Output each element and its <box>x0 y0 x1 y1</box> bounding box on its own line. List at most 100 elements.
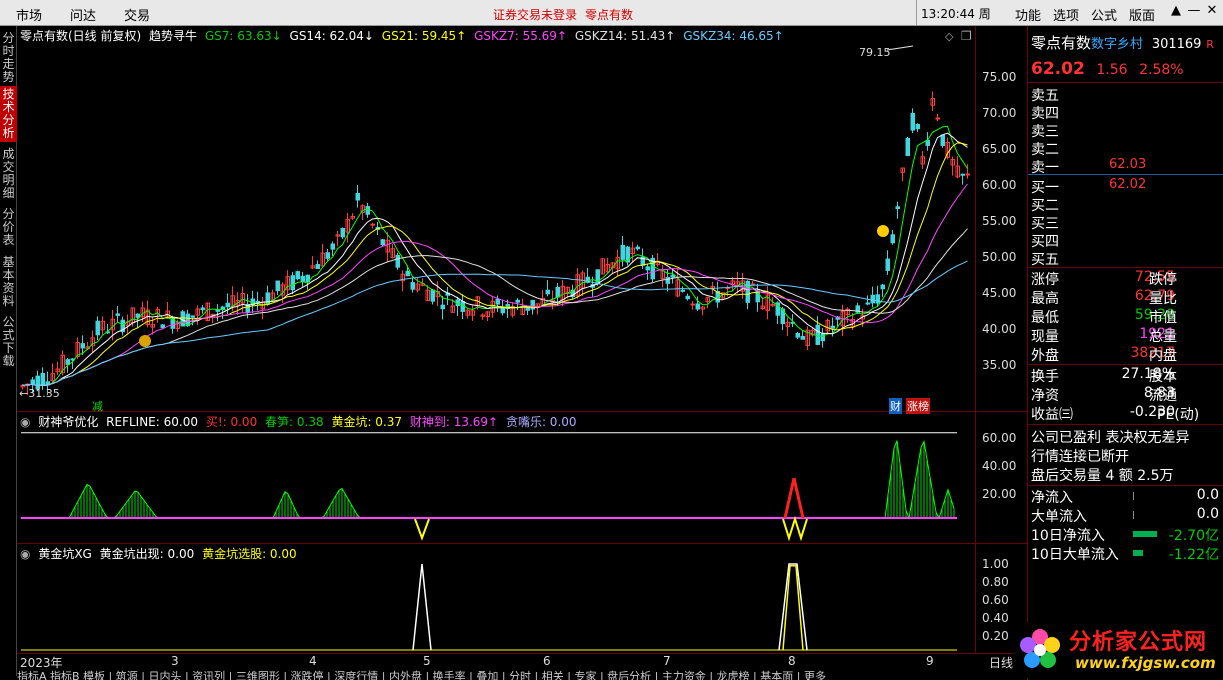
bid-label: 买二 <box>1031 198 1059 214</box>
close-icon[interactable]: ✕ <box>1204 3 1220 18</box>
indicator-panel-caishenye[interactable]: ◉ 财神爷优化 REFLINE: 60.00 买!: 0.00 春笋: 0.38… <box>17 412 1027 544</box>
flow-label: 10日大单流入 <box>1031 547 1119 563</box>
indicator-panel-huangjinkeng[interactable]: ◉ 黄金坑XG 黄金坑出现: 0.00 黄金坑选股: 0.00 1.00 0.8… <box>17 544 1027 654</box>
r-flag: R <box>1206 38 1214 51</box>
candle-body <box>680 289 685 292</box>
candle-body <box>225 302 230 308</box>
restore-icon[interactable]: ❐ <box>961 29 972 43</box>
menu-layout[interactable]: 版面 <box>1129 5 1155 24</box>
minimize-icon[interactable]: — <box>1186 3 1202 18</box>
price-row: 62.02 1.56 2.58% <box>1031 59 1221 79</box>
candle-body <box>115 313 120 316</box>
indicator-name[interactable]: 趋势寻牛 <box>149 29 197 43</box>
candlestick-chart[interactable] <box>17 26 975 412</box>
ask-row[interactable]: 卖二 <box>1031 139 1221 158</box>
logo-text: 分析家公式网 <box>1069 630 1208 655</box>
sub2-name[interactable]: 黄金坑XG <box>38 547 92 561</box>
tab-intraday[interactable]: 分时走势 <box>0 30 17 84</box>
ask-row[interactable]: 卖三 <box>1031 121 1221 140</box>
gold-pit-spike <box>414 518 430 541</box>
sub1-toggle-icon[interactable]: ◉ <box>20 415 30 429</box>
candle-body <box>620 244 625 260</box>
stat-label: 市值 <box>1149 310 1177 326</box>
candle-body <box>495 298 500 305</box>
candle-body <box>65 359 70 365</box>
candle-body <box>555 286 560 298</box>
flow-bar <box>1133 550 1143 556</box>
login-warning[interactable]: 证券交易未登录 <box>493 6 577 23</box>
stat-label: 总量 <box>1149 329 1177 345</box>
menu-formula[interactable]: 公式 <box>1091 5 1117 24</box>
flower-logo-icon <box>1020 629 1060 668</box>
sub2-toggle-icon[interactable]: ◉ <box>20 547 30 561</box>
flow-label: 大单流入 <box>1031 509 1087 525</box>
bid-price: 62.02 <box>1109 177 1147 192</box>
main-kline-panel[interactable]: 零点有数(日线 前复权) 趋势寻牛 GS7: 63.63↓ GS14: 62.0… <box>17 26 1027 414</box>
candle-body <box>870 294 875 304</box>
window-up-icon[interactable]: ▲ <box>1168 3 1184 18</box>
ask-row[interactable]: 卖四 <box>1031 103 1221 122</box>
sub1-tick: 60.00 <box>982 431 1017 445</box>
tab-price-table[interactable]: 分价表 <box>0 206 17 250</box>
sub1-caishendao: 财神到: 13.69↑ <box>409 415 499 429</box>
date-label: 8 <box>788 654 796 668</box>
date-label: 5 <box>423 654 431 668</box>
ask-label: 卖二 <box>1031 142 1059 158</box>
top-menu-bar: 市场 问达 交易 证券交易未登录 零点有数 13:20:44 周一 功能 选项 … <box>0 0 1223 38</box>
candle-body <box>365 206 370 215</box>
bid-row[interactable]: 买五 <box>1031 249 1221 268</box>
sub1-huangjinkeng: 黄金坑: 0.37 <box>331 415 403 429</box>
candle-body <box>370 223 375 226</box>
caishen-line <box>21 439 955 520</box>
menu-function[interactable]: 功能 <box>1015 5 1041 24</box>
candle-body <box>160 324 165 329</box>
bid-label: 买五 <box>1031 252 1059 268</box>
tab-technical-analysis[interactable]: 技术分析 <box>0 86 17 142</box>
candle-body <box>815 324 820 345</box>
date-label: 4 <box>309 654 317 668</box>
stat-label: 内盘 <box>1149 348 1177 364</box>
menu-market[interactable]: 市场 <box>16 5 42 24</box>
flow-label: 净流入 <box>1031 490 1073 506</box>
signal-appear-spike <box>778 563 808 651</box>
tab-trade-details[interactable]: 成交明细 <box>0 146 17 202</box>
tab-formula-download[interactable]: 公式下载 <box>0 314 17 370</box>
menu-options[interactable]: 选项 <box>1053 5 1079 24</box>
candle-body <box>325 252 330 259</box>
signal-pick-spike <box>782 564 804 651</box>
ask-row[interactable]: 卖五 <box>1031 85 1221 104</box>
candle-body <box>380 239 385 246</box>
sector-tag[interactable]: 数字乡村 <box>1091 37 1143 52</box>
gold-pit-spike <box>782 515 808 542</box>
menu-trade[interactable]: 交易 <box>124 5 150 24</box>
sub1-tanzuile: 贪嘴乐: 0.00 <box>505 415 577 429</box>
candle-body <box>695 303 700 310</box>
bid-row[interactable]: 买三 <box>1031 213 1221 232</box>
candle-body <box>880 284 885 290</box>
candle-body <box>355 192 360 201</box>
candle-body <box>430 289 435 302</box>
high-pointer <box>886 45 914 51</box>
tab-fundamentals[interactable]: 基本资料 <box>0 254 17 310</box>
candle-body <box>255 300 260 304</box>
sub1-header: ◉ 财神爷优化 REFLINE: 60.00 买!: 0.00 春笋: 0.38… <box>20 413 581 429</box>
stock-name-title: 零点有数 <box>585 8 634 22</box>
bid-row[interactable]: 买四 <box>1031 231 1221 250</box>
caishenye-chart[interactable] <box>17 412 975 544</box>
bottom-tab-bar[interactable]: 指标A 指标B 模板 | 筑源 | 日内头 | 资讯列 | 三维图形 | 涨跌停… <box>17 668 1027 680</box>
candle-body <box>30 379 35 385</box>
candle-body <box>340 227 345 238</box>
bid-row[interactable]: 买一 62.02 <box>1031 177 1221 196</box>
date-label: 9 <box>926 654 934 668</box>
ask-label: 卖五 <box>1031 88 1059 104</box>
candle-body <box>135 313 140 318</box>
gskz34-value: GSKZ34: 46.65↑ <box>683 29 784 43</box>
candle-body <box>910 112 915 131</box>
stat-label: 最低 <box>1031 310 1059 326</box>
ask-label: 卖四 <box>1031 106 1059 122</box>
sub1-name[interactable]: 财神爷优化 <box>38 415 98 429</box>
bid-row[interactable]: 买二 <box>1031 195 1221 214</box>
diamond-icon[interactable]: ◇ <box>945 30 953 43</box>
price-tick: 60.00 <box>982 178 1017 192</box>
menu-wenda[interactable]: 问达 <box>70 5 96 24</box>
